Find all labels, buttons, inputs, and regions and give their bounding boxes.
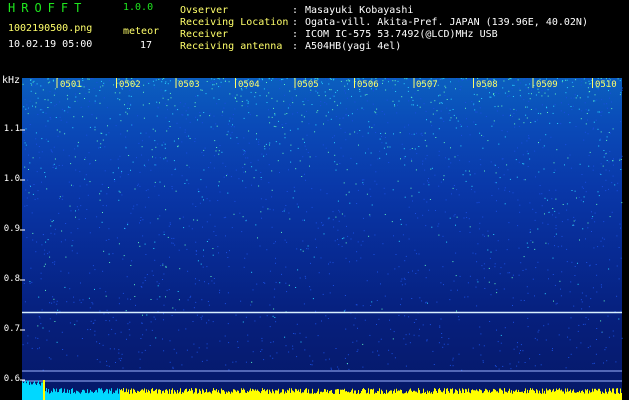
x-tick-label: 0502 [119, 80, 141, 90]
y-tick-label: 0.9 [3, 224, 20, 234]
spectrogram-overlay [20, 78, 623, 400]
hrofft-window: HROFFT 1.0.0 1002190500.png 10.02.19 05:… [0, 0, 629, 400]
y-tick-label: 1.0 [3, 174, 20, 184]
x-tick-label: 0501 [60, 80, 82, 90]
y-tick-label: 0.7 [3, 324, 20, 334]
x-tick-label: 0505 [297, 80, 319, 90]
x-tick-label: 0509 [536, 80, 558, 90]
frequency-unit-label: kHz [2, 75, 21, 86]
x-tick-label: 0506 [357, 80, 379, 90]
noise-speckle [22, 78, 623, 371]
y-tick-label: 0.6 [3, 374, 20, 384]
signal-level-trace [22, 380, 622, 400]
y-tick-label: 0.8 [3, 274, 20, 284]
x-tick-label: 0503 [178, 80, 200, 90]
x-tick-label: 0510 [595, 80, 617, 90]
meteor-spike [43, 380, 45, 400]
x-tick-label: 0507 [416, 80, 438, 90]
x-tick-label: 0508 [476, 80, 498, 90]
y-tick-label: 1.1 [3, 124, 20, 134]
x-tick-label: 0504 [238, 80, 260, 90]
